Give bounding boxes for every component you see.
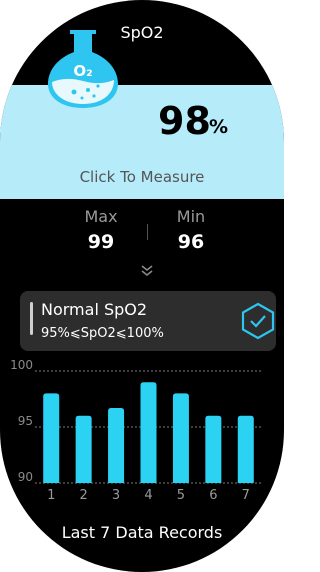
y-tick-label: 90 xyxy=(18,470,33,484)
bar xyxy=(75,415,92,483)
status-card: Normal SpO2 95%⩽SpO2⩽100% xyxy=(20,291,276,351)
chevron-down-icon[interactable] xyxy=(139,264,155,278)
status-range: 95%⩽SpO2⩽100% xyxy=(41,326,164,341)
check-shield-icon xyxy=(241,302,275,340)
flask-label: O₂ xyxy=(73,62,92,80)
spo2-value: 98 xyxy=(158,99,211,143)
y-tick-label: 100 xyxy=(10,360,33,372)
flask-icon: O₂ xyxy=(48,30,118,108)
x-tick-label: 6 xyxy=(209,488,217,503)
x-tick-label: 2 xyxy=(80,488,88,503)
x-tick-label: 3 xyxy=(112,488,120,503)
bar xyxy=(237,415,254,483)
x-tick-label: 1 xyxy=(47,488,55,503)
page-title: SpO2 xyxy=(120,23,164,42)
max-value: 99 xyxy=(87,231,115,253)
bar xyxy=(172,393,189,483)
measure-button[interactable]: Click To Measure xyxy=(0,168,284,186)
x-tick-label: 7 xyxy=(242,488,250,503)
min-value: 96 xyxy=(177,231,205,253)
spo2-chart: 100 95 90 1 2 3 4 5 6 7 xyxy=(10,360,262,503)
min-label: Min xyxy=(176,207,206,226)
bar xyxy=(205,415,222,483)
records-label: Last 7 Data Records xyxy=(61,523,223,542)
spo2-unit: % xyxy=(209,116,229,138)
x-tick-label: 4 xyxy=(144,488,152,503)
max-label: Max xyxy=(84,207,118,226)
bar xyxy=(108,407,125,483)
status-indicator xyxy=(30,302,33,335)
x-tick-label: 5 xyxy=(177,488,185,503)
bar xyxy=(140,382,157,483)
y-tick-label: 95 xyxy=(18,414,33,428)
watch-screen: SpO2 O₂ 98 % Click To Measure Max 99 Min… xyxy=(0,0,284,572)
bar xyxy=(43,393,60,483)
status-title: Normal SpO2 xyxy=(41,300,148,319)
stats-divider xyxy=(147,224,148,240)
